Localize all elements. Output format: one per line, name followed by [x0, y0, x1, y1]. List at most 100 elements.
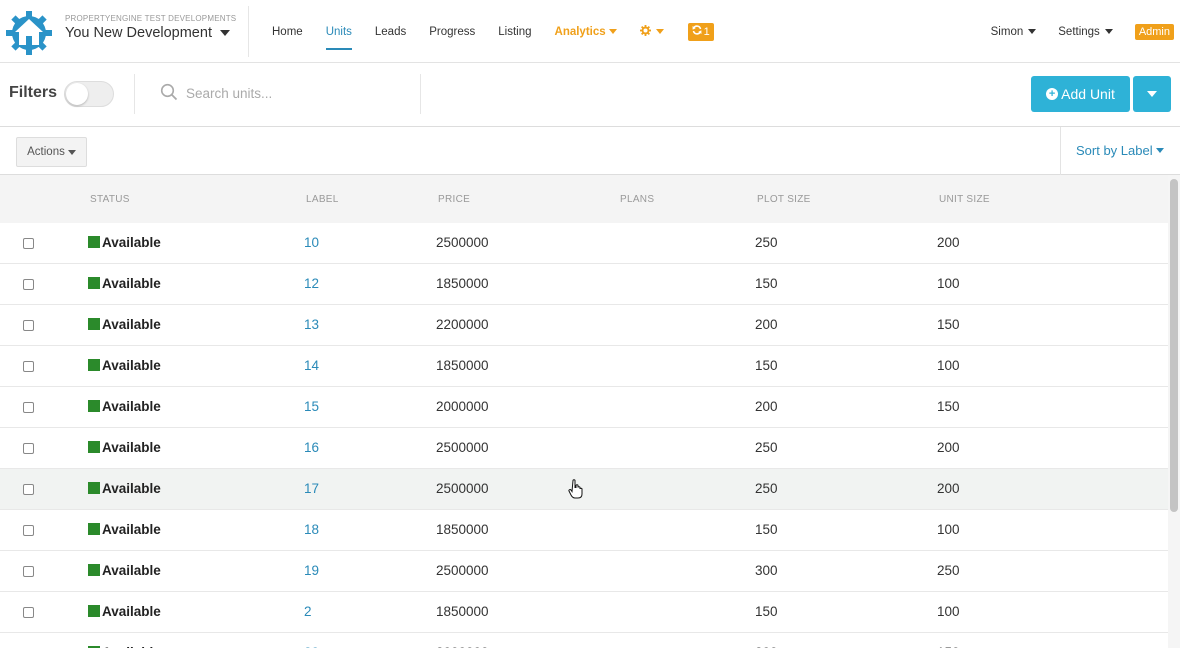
row-checkbox[interactable]	[23, 607, 34, 618]
table-row[interactable]: Available 19 2500000 300 250	[0, 551, 1168, 592]
cell-plot-size: 150	[755, 358, 778, 373]
cell-unit-size: 150	[937, 317, 960, 332]
cell-price: 1850000	[436, 604, 489, 619]
table-scrollbar[interactable]	[1168, 175, 1180, 648]
status-text: Available	[102, 358, 161, 373]
table-row[interactable]: Available 14 1850000 150 100	[0, 346, 1168, 387]
status-square-icon	[88, 605, 100, 617]
table-row[interactable]: Available 18 1850000 150 100	[0, 510, 1168, 551]
user-name: Simon	[990, 25, 1024, 38]
cell-label[interactable]: 10	[304, 235, 319, 250]
table-row[interactable]: Available 12 1850000 150 100	[0, 264, 1168, 305]
table-row[interactable]: Available 17 2500000 250 200	[0, 469, 1168, 510]
row-checkbox[interactable]	[23, 484, 34, 495]
status-text: Available	[102, 440, 161, 455]
row-checkbox[interactable]	[23, 320, 34, 331]
status-text: Available	[102, 604, 161, 619]
cell-plot-size: 200	[755, 399, 778, 414]
cell-label[interactable]: 13	[304, 317, 319, 332]
filters-toggle[interactable]	[64, 81, 114, 107]
table-row[interactable]: Available 10 2500000 250 200	[0, 223, 1168, 264]
cell-unit-size: 200	[937, 440, 960, 455]
nav-listing[interactable]: Listing	[498, 0, 531, 63]
row-checkbox[interactable]	[23, 443, 34, 454]
chevron-down-icon	[1155, 148, 1164, 153]
header-unit-size[interactable]: UNIT SIZE	[939, 194, 990, 205]
status-text: Available	[102, 399, 161, 414]
cell-label[interactable]: 19	[304, 563, 319, 578]
filters-label: Filters	[9, 84, 58, 101]
cell-unit-size: 100	[937, 358, 960, 373]
propertyengine-logo-icon[interactable]	[5, 10, 53, 56]
row-checkbox[interactable]	[23, 525, 34, 536]
row-checkbox[interactable]	[23, 238, 34, 249]
header-status[interactable]: STATUS	[90, 194, 130, 205]
development-switcher[interactable]: PROPERTYENGINE TEST DEVELOPMENTS You New…	[65, 14, 236, 41]
status-text: Available	[102, 317, 161, 332]
table-row[interactable]: Available 15 2000000 200 150	[0, 387, 1168, 428]
main-nav: Home Units Leads Progress Listing Analyt…	[272, 0, 714, 63]
chevron-down-icon	[655, 29, 664, 34]
status-text: Available	[102, 276, 161, 291]
header-plot-size[interactable]: PLOT SIZE	[757, 194, 811, 205]
cell-label[interactable]: 2	[304, 604, 312, 619]
cell-unit-size: 100	[937, 522, 960, 537]
scrollbar-thumb[interactable]	[1170, 179, 1178, 512]
cell-label[interactable]: 14	[304, 358, 319, 373]
nav-progress[interactable]: Progress	[429, 0, 475, 63]
cell-label[interactable]: 16	[304, 440, 319, 455]
cell-unit-size: 100	[937, 276, 960, 291]
nav-gear-menu[interactable]	[639, 0, 664, 63]
nav-home[interactable]: Home	[272, 0, 303, 63]
plus-circle-icon: +	[1046, 88, 1059, 100]
add-unit-label: Add Unit	[1061, 86, 1115, 102]
cell-label[interactable]: 15	[304, 399, 319, 414]
table-row[interactable]: Available 16 2500000 250 200	[0, 428, 1168, 469]
header-plans[interactable]: PLANS	[620, 194, 654, 205]
nav-analytics[interactable]: Analytics	[555, 0, 617, 63]
cell-price: 2500000	[436, 481, 489, 496]
sync-count: 1	[703, 25, 710, 38]
gear-icon	[639, 24, 651, 39]
chevron-down-icon	[608, 29, 617, 34]
user-nav: Simon Settings Admin	[991, 0, 1180, 63]
cell-label[interactable]: 12	[304, 276, 319, 291]
row-checkbox[interactable]	[23, 566, 34, 577]
cell-plot-size: 150	[755, 604, 778, 619]
search-input[interactable]	[186, 81, 406, 105]
cell-price: 2500000	[436, 440, 489, 455]
cell-plot-size: 300	[755, 563, 778, 578]
status-square-icon	[88, 523, 100, 535]
cell-unit-size: 200	[937, 235, 960, 250]
settings-menu[interactable]: Settings	[1058, 26, 1113, 38]
actions-button[interactable]: Actions	[16, 137, 87, 167]
cell-price: 1850000	[436, 358, 489, 373]
table-row[interactable]: Available202000000200150	[0, 633, 1168, 648]
add-unit-button[interactable]: + Add Unit	[1031, 76, 1130, 112]
table-header: STATUS LABEL PRICE PLANS PLOT SIZE UNIT …	[0, 175, 1168, 223]
add-unit-dropdown-button[interactable]	[1133, 76, 1171, 112]
cell-label[interactable]: 18	[304, 522, 319, 537]
chevron-down-icon	[1104, 29, 1113, 34]
sync-icon	[692, 25, 702, 38]
cell-status: Available	[88, 235, 161, 250]
row-checkbox[interactable]	[23, 361, 34, 372]
hand-cursor-icon	[568, 479, 584, 504]
cell-label[interactable]: 17	[304, 481, 319, 496]
header-price[interactable]: PRICE	[438, 194, 470, 205]
sync-badge[interactable]: 1	[687, 22, 714, 41]
nav-divider	[248, 6, 249, 57]
cell-price: 2200000	[436, 317, 489, 332]
row-checkbox[interactable]	[23, 402, 34, 413]
table-row[interactable]: Available 2 1850000 150 100	[0, 592, 1168, 633]
user-menu[interactable]: Simon	[991, 26, 1037, 38]
header-label[interactable]: LABEL	[306, 194, 339, 205]
filter-divider	[134, 74, 135, 114]
row-checkbox[interactable]	[23, 279, 34, 290]
nav-leads[interactable]: Leads	[375, 0, 406, 63]
admin-badge[interactable]: Admin	[1134, 23, 1174, 40]
status-square-icon	[88, 400, 100, 412]
nav-units[interactable]: Units	[325, 0, 353, 63]
sort-by-button[interactable]: Sort by Label	[1076, 143, 1164, 158]
table-row[interactable]: Available 13 2200000 200 150	[0, 305, 1168, 346]
